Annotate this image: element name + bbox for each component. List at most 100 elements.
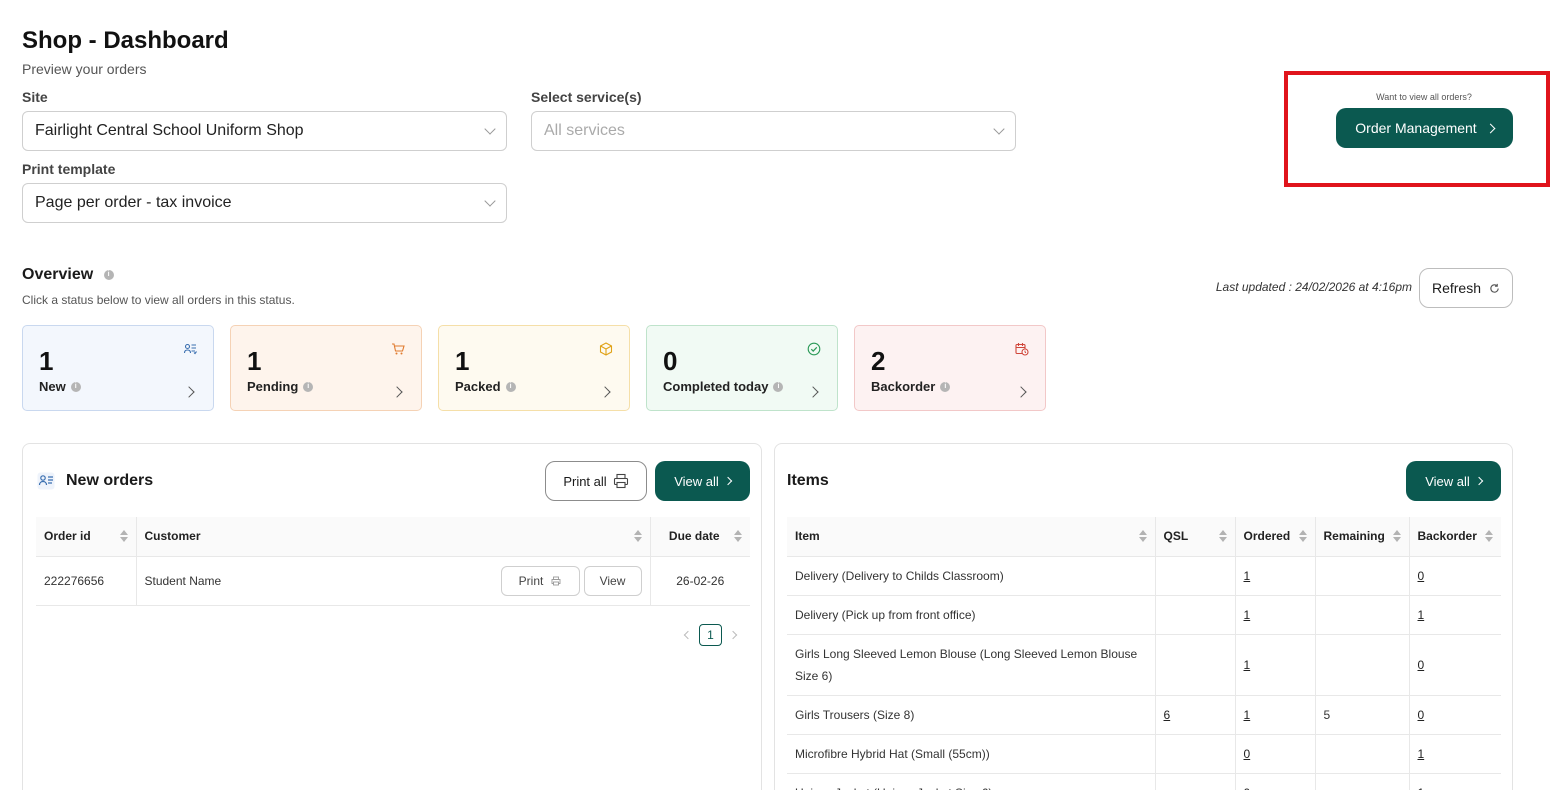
sort-icon[interactable] (734, 530, 742, 542)
backorder-cell: 1 (1409, 595, 1501, 635)
info-icon[interactable]: i (303, 381, 314, 392)
print-order-button[interactable]: Print (500, 565, 580, 596)
cart-icon (391, 342, 405, 361)
status-card-pending[interactable]: 1 Pending i (230, 325, 422, 411)
print-template-select[interactable]: Page per order - tax invoice (22, 183, 507, 223)
sort-icon[interactable] (119, 530, 128, 542)
backorder-link[interactable]: 1 (1418, 608, 1425, 622)
qsl-link[interactable]: 6 (1164, 708, 1171, 722)
qsl-cell (1155, 634, 1236, 696)
view-all-orders-hint: Want to view all orders? (1376, 92, 1472, 102)
column-header-ordered[interactable]: Ordered (1235, 517, 1316, 557)
table-row[interactable]: Delivery (Pick up from front office) 1 1 (787, 595, 1501, 635)
ordered-cell: 1 (1235, 595, 1316, 635)
calendar-clock-icon (1015, 342, 1029, 361)
info-icon[interactable]: i (103, 269, 114, 280)
table-row[interactable]: Girls Trousers (Size 8) 6 1 5 0 (787, 695, 1501, 735)
order-management-button[interactable]: Order Management (1336, 108, 1513, 148)
refresh-button[interactable]: Refresh (1419, 268, 1513, 308)
page-number-button[interactable]: 1 (699, 624, 722, 646)
info-icon[interactable]: i (773, 381, 784, 392)
qsl-cell (1155, 556, 1236, 596)
service-select[interactable]: All services (531, 111, 1016, 151)
status-card-new[interactable]: 1 New i (22, 325, 214, 411)
backorder-link[interactable]: 1 (1418, 747, 1425, 761)
site-label: Site (22, 89, 48, 105)
pagination: 1 (683, 624, 738, 646)
print-all-button[interactable]: Print all (545, 461, 647, 501)
box-icon (599, 342, 613, 361)
status-card-backorder[interactable]: 2 Backorder i (854, 325, 1046, 411)
refresh-icon (1490, 283, 1499, 293)
due-date-cell: 26-02-26 (650, 556, 750, 606)
status-count: 0 (663, 346, 678, 376)
table-row[interactable]: Unisex Jacket (Unisex Jacket Size 6) 0 1 (787, 773, 1501, 790)
qsl-cell (1155, 773, 1236, 790)
remaining-cell: 5 (1315, 695, 1410, 735)
sort-icon[interactable] (1298, 530, 1307, 542)
status-count: 1 (247, 346, 262, 376)
chevron-right-icon (391, 383, 403, 401)
info-icon[interactable]: i (505, 381, 516, 392)
backorder-link[interactable]: 0 (1418, 708, 1425, 722)
status-count: 2 (871, 346, 886, 376)
chevron-right-icon (1015, 383, 1027, 401)
chevron-down-icon (993, 123, 1005, 135)
sort-icon[interactable] (1485, 530, 1493, 542)
column-header-customer[interactable]: Customer (136, 517, 651, 557)
backorder-cell: 1 (1409, 734, 1501, 774)
ordered-link[interactable]: 1 (1244, 708, 1251, 722)
print-template-value: Page per order - tax invoice (35, 194, 232, 211)
column-header-backorder[interactable]: Backorder (1409, 517, 1501, 557)
prev-page-icon[interactable] (683, 630, 693, 640)
sort-icon[interactable] (633, 530, 642, 542)
chevron-down-icon (484, 123, 496, 135)
site-select[interactable]: Fairlight Central School Uniform Shop (22, 111, 507, 151)
item-name-cell: Girls Trousers (Size 8) (787, 695, 1156, 735)
ordered-link[interactable]: 1 (1244, 658, 1251, 672)
ordered-link[interactable]: 1 (1244, 608, 1251, 622)
chevron-right-icon (1474, 476, 1484, 486)
backorder-link[interactable]: 1 (1418, 786, 1425, 790)
status-count: 1 (39, 346, 54, 376)
ordered-link[interactable]: 0 (1244, 747, 1251, 761)
column-header-remaining[interactable]: Remaining (1315, 517, 1410, 557)
qsl-cell: 6 (1155, 695, 1236, 735)
table-row[interactable]: Microfibre Hybrid Hat (Small (55cm)) 0 1 (787, 734, 1501, 774)
item-name-cell: Microfibre Hybrid Hat (Small (55cm)) (787, 734, 1156, 774)
ordered-link[interactable]: 0 (1244, 786, 1251, 790)
items-table: Item QSL Ordered Remaining Backorder Del… (787, 517, 1501, 790)
new-orders-view-all-button[interactable]: View all (655, 461, 750, 501)
items-view-all-button[interactable]: View all (1406, 461, 1501, 501)
column-header-order-id[interactable]: Order id (36, 517, 137, 557)
status-card-completed-today[interactable]: 0 Completed today i (646, 325, 838, 411)
status-card-packed[interactable]: 1 Packed i (438, 325, 630, 411)
column-header-item[interactable]: Item (787, 517, 1156, 557)
sort-icon[interactable] (1218, 530, 1227, 542)
printer-icon (613, 473, 628, 489)
column-header-due-date[interactable]: Due date (650, 517, 750, 557)
table-row[interactable]: 222276656 Student Name Print View 26-02-… (36, 556, 750, 606)
view-order-label: View (599, 573, 626, 588)
refresh-label: Refresh (1431, 280, 1482, 296)
info-icon[interactable]: i (940, 381, 951, 392)
sort-icon[interactable] (1392, 530, 1401, 542)
backorder-link[interactable]: 0 (1418, 658, 1425, 672)
print-template-label: Print template (22, 161, 116, 177)
ordered-cell: 1 (1235, 556, 1316, 596)
view-order-button[interactable]: View (583, 565, 642, 596)
table-row[interactable]: Girls Long Sleeved Lemon Blouse (Long Sl… (787, 634, 1501, 696)
chevron-right-icon (1485, 123, 1496, 133)
remaining-cell (1315, 773, 1410, 790)
ordered-link[interactable]: 1 (1244, 569, 1251, 583)
info-icon[interactable]: i (70, 381, 81, 392)
table-row[interactable]: Delivery (Delivery to Childs Classroom) … (787, 556, 1501, 596)
sort-icon[interactable] (1138, 530, 1147, 542)
print-order-label: Print (518, 573, 544, 588)
overview-title-text: Overview (22, 266, 94, 283)
column-header-qsl[interactable]: QSL (1155, 517, 1236, 557)
new-orders-table: Order id Customer Due date 222276656 Stu… (36, 517, 750, 606)
backorder-link[interactable]: 0 (1418, 569, 1425, 583)
ordered-cell: 1 (1235, 695, 1316, 735)
next-page-icon[interactable] (728, 630, 738, 640)
